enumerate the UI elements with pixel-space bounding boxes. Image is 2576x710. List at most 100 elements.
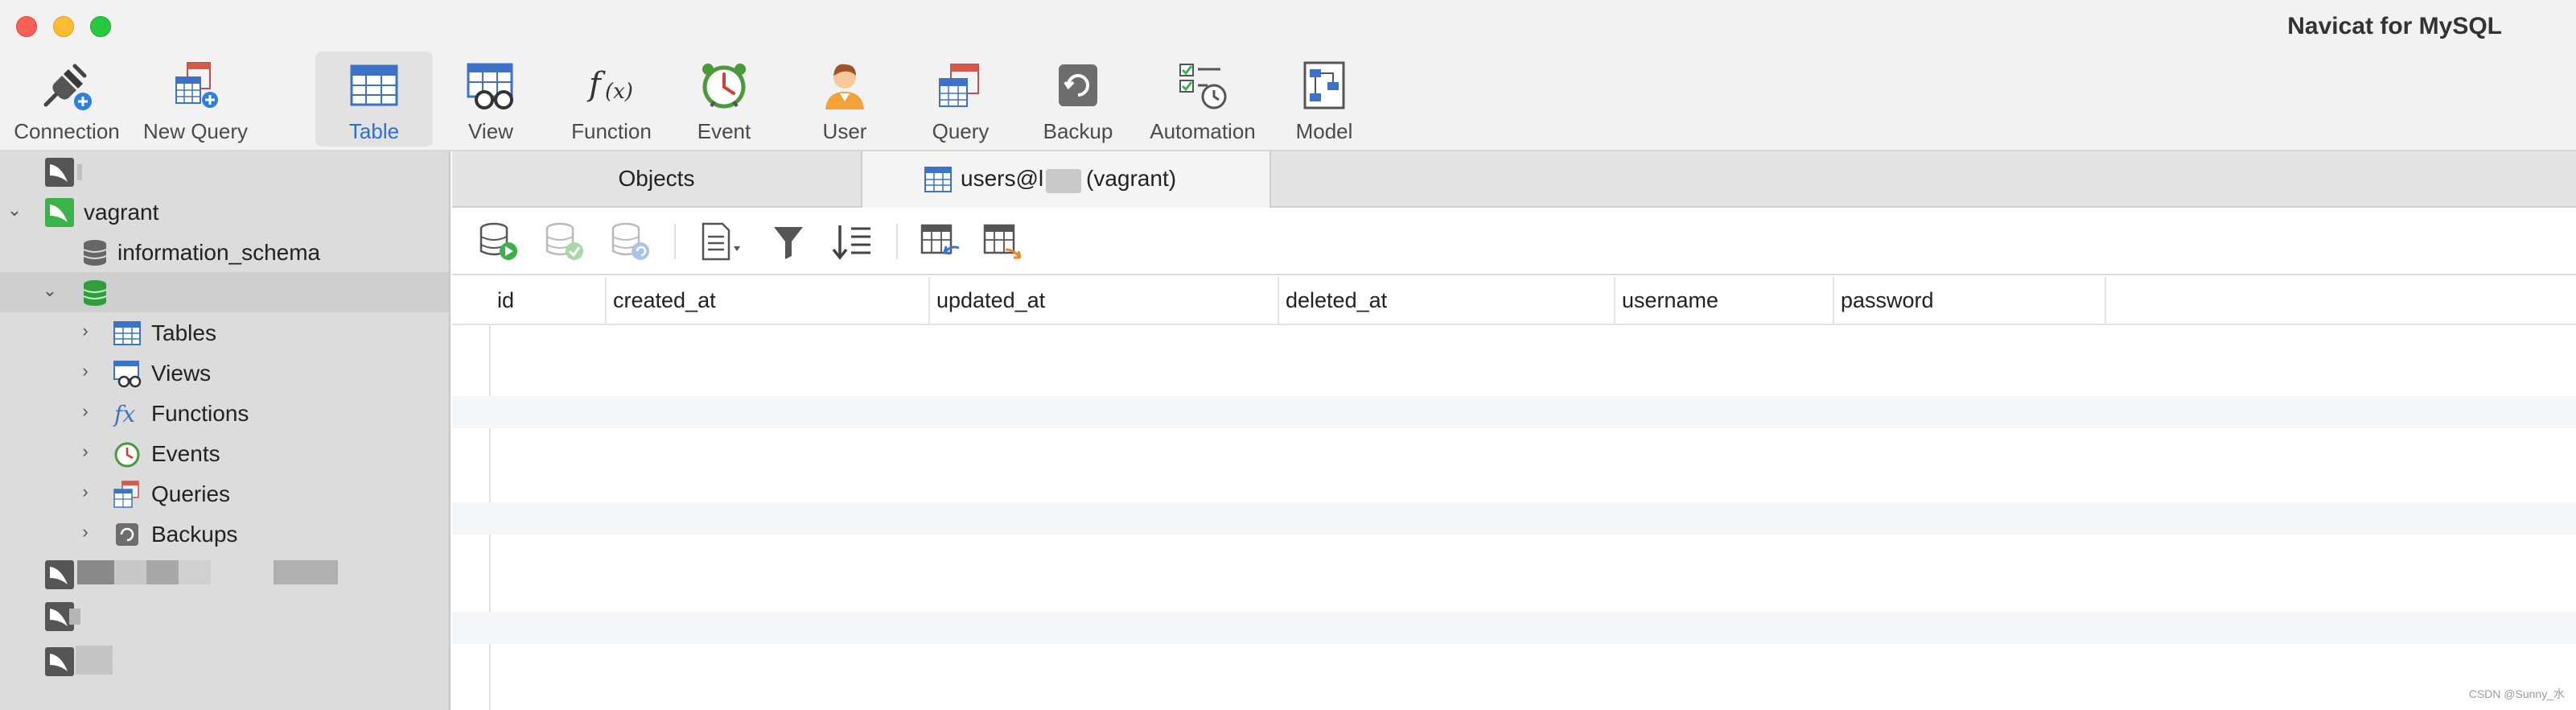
commit-icon[interactable] <box>542 221 587 262</box>
filter-icon[interactable] <box>767 221 813 262</box>
column-header-updated-at[interactable]: updated_at <box>930 277 1279 325</box>
chevron-right-icon[interactable]: › <box>77 362 93 380</box>
chevron-right-icon[interactable]: › <box>77 483 93 501</box>
mysql-connection-icon <box>45 198 74 227</box>
chevron-down-icon[interactable]: ⌄ <box>6 201 23 219</box>
column-header-id[interactable]: id <box>491 277 607 325</box>
tree-item-backups[interactable]: › Backups <box>0 514 449 554</box>
function-icon: fx <box>113 401 135 427</box>
toolbar-new-query-label: New Query <box>142 119 249 143</box>
tree-connection-blurred-2[interactable] <box>0 554 449 594</box>
new-query-icon <box>175 62 218 108</box>
chevron-right-icon[interactable]: › <box>77 443 93 460</box>
table-icon <box>113 321 141 345</box>
tree-item-events[interactable]: › Events <box>0 433 449 473</box>
query-icon <box>113 481 139 508</box>
column-header-username[interactable]: username <box>1615 277 1834 325</box>
tree-item-label: Views <box>151 361 212 386</box>
automation-icon <box>1179 64 1227 109</box>
tree-connection-vagrant[interactable]: ⌄ vagrant <box>0 192 449 232</box>
chevron-right-icon[interactable]: › <box>77 402 93 420</box>
column-header-password[interactable]: password <box>1834 277 2106 325</box>
toolbar-automation-button[interactable]: Automation <box>1134 52 1271 147</box>
table-icon <box>924 167 952 192</box>
function-icon: f (x) <box>586 66 633 104</box>
tree-item-functions[interactable]: › fx Functions <box>0 393 449 433</box>
toolbar-function-label: Function <box>571 119 652 143</box>
chevron-right-icon[interactable]: › <box>77 322 93 340</box>
redacted-label <box>77 164 82 180</box>
toolbar-query-button[interactable]: Query <box>904 52 1017 147</box>
redacted-label <box>1046 169 1081 193</box>
close-window-button[interactable] <box>16 16 37 37</box>
event-clock-icon <box>702 64 746 109</box>
toolbar-connection-button[interactable]: Connection <box>6 52 127 147</box>
table-icon <box>350 64 398 106</box>
minimize-window-button[interactable] <box>53 16 74 37</box>
toolbar-query-label: Query <box>932 119 990 143</box>
toolbar-user-label: User <box>822 119 867 143</box>
begin-transaction-icon[interactable] <box>476 221 521 262</box>
backup-icon <box>1059 64 1097 106</box>
tree-connection-blurred-1[interactable] <box>0 151 449 192</box>
toolbar-backup-button[interactable]: Backup <box>1022 52 1134 147</box>
tab-objects[interactable]: Objects <box>452 151 861 208</box>
toolbar-new-query-button[interactable]: New Query <box>135 52 256 147</box>
toolbar-user-button[interactable]: User <box>788 52 901 147</box>
chevron-right-icon[interactable]: › <box>77 523 93 541</box>
sort-icon[interactable] <box>830 221 875 262</box>
import-icon[interactable] <box>919 221 964 262</box>
backup-icon <box>116 523 138 546</box>
tree-connection-blurred-4[interactable] <box>0 641 449 681</box>
tree-item-views[interactable]: › Views <box>0 353 449 393</box>
tab-bar: Objects users@l (vagrant) <box>452 151 2576 208</box>
tree-item-label: Functions <box>151 401 249 426</box>
toolbar-backup-label: Backup <box>1043 119 1113 143</box>
mysql-connection-icon <box>45 647 74 676</box>
text-view-dropdown-icon[interactable] <box>698 221 743 262</box>
toolbar-model-label: Model <box>1295 119 1353 143</box>
redacted-label <box>146 560 179 584</box>
redacted-label <box>69 609 80 625</box>
toolbar-divider <box>674 224 676 259</box>
window-toolbar: Navicat for MySQL Connection New Query T… <box>0 0 2576 151</box>
rollback-icon[interactable] <box>608 221 653 262</box>
toolbar-view-button[interactable]: View <box>434 52 547 147</box>
redacted-label <box>114 560 146 584</box>
chevron-down-icon[interactable]: ⌄ <box>42 282 58 299</box>
toolbar-view-label: View <box>468 119 513 143</box>
redacted-label <box>77 560 114 584</box>
table-object-toolbar <box>452 208 2576 275</box>
toolbar-function-button[interactable]: f (x) Function <box>555 52 668 147</box>
tab-users-label-prefix: users@l <box>961 166 1044 191</box>
toolbar-model-button[interactable]: Model <box>1268 52 1381 147</box>
model-icon <box>1303 61 1345 109</box>
mysql-connection-icon <box>45 158 74 187</box>
svg-text:(x): (x) <box>605 80 633 104</box>
tree-item-tables[interactable]: › Tables <box>0 312 449 353</box>
tab-users-table[interactable]: users@l (vagrant) <box>861 151 1271 208</box>
tree-schema-selected[interactable]: ⌄ <box>0 272 449 312</box>
toolbar-table-button[interactable]: Table <box>315 52 433 147</box>
export-icon[interactable] <box>981 221 1027 262</box>
connection-sidebar[interactable]: ⌄ vagrant information_schema ⌄ › Tables … <box>0 151 451 710</box>
app-title: Navicat for MySQL <box>2287 13 2502 39</box>
column-header-deleted-at[interactable]: deleted_at <box>1279 277 1615 325</box>
tree-item-label: Tables <box>151 320 216 345</box>
view-icon <box>467 63 513 109</box>
toolbar-event-label: Event <box>697 119 751 143</box>
database-icon <box>83 240 107 266</box>
toolbar-automation-label: Automation <box>1150 119 1256 143</box>
toolbar-divider <box>896 224 898 259</box>
toolbar-event-button[interactable]: Event <box>668 52 780 147</box>
column-header-created-at[interactable]: created_at <box>607 277 930 325</box>
zoom-window-button[interactable] <box>90 16 111 37</box>
svg-text:fx: fx <box>113 401 135 427</box>
grid-empty-row <box>452 396 2576 428</box>
tree-connection-blurred-3[interactable] <box>0 596 449 636</box>
data-grid[interactable]: id created_at updated_at deleted_at user… <box>452 277 2576 710</box>
tree-schema-information[interactable]: information_schema <box>0 232 449 272</box>
tree-item-queries[interactable]: › Queries <box>0 473 449 514</box>
query-icon <box>939 64 979 107</box>
tree-item-label: Queries <box>151 481 231 506</box>
